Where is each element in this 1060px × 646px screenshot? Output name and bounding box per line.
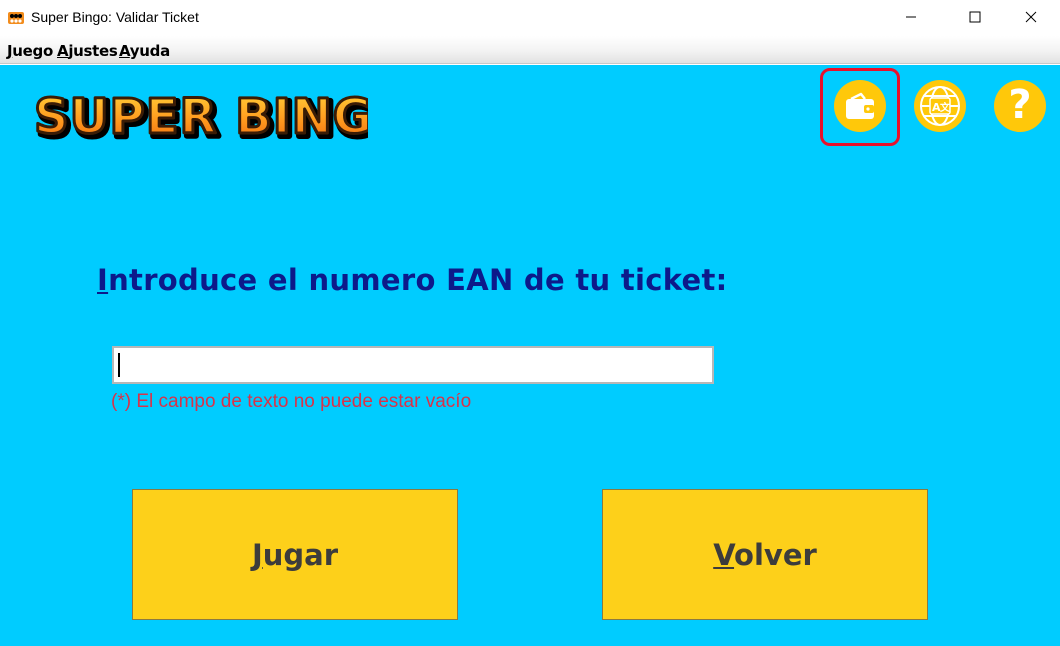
super-bingo-logo: SUPER BINGO SUPER BINGO — [33, 88, 369, 148]
close-icon — [1025, 11, 1037, 23]
minimize-icon — [906, 16, 916, 18]
main-panel: SUPER BINGO SUPER BINGO A 文 ? Introduce … — [0, 65, 1060, 646]
minimize-button[interactable] — [888, 0, 934, 34]
menu-ayuda[interactable]: Ayuda — [119, 42, 170, 60]
help-icon: ? — [1008, 82, 1032, 128]
wallet-icon — [846, 92, 874, 119]
help-button[interactable]: ? — [994, 80, 1046, 132]
empty-field-error: (*) El campo de texto no puede estar vac… — [111, 391, 472, 412]
ean-input[interactable] — [112, 346, 714, 384]
volver-button[interactable]: Volver — [602, 489, 928, 620]
ean-prompt: Introduce el numero EAN de tu ticket: — [97, 263, 728, 297]
menu-ajustes[interactable]: Ajustes — [57, 42, 118, 60]
language-button[interactable]: A 文 — [914, 80, 966, 132]
jugar-button[interactable]: Jugar — [132, 489, 458, 620]
svg-text:文: 文 — [940, 101, 951, 114]
close-button[interactable] — [1008, 0, 1054, 34]
translate-globe-icon: A 文 — [920, 86, 960, 126]
menu-bar: Juego Ajustes Ayuda — [0, 36, 1060, 64]
wallet-button[interactable] — [834, 80, 886, 132]
svg-text:SUPER BINGO: SUPER BINGO — [34, 89, 368, 145]
text-caret — [118, 353, 120, 377]
maximize-button[interactable] — [952, 0, 998, 34]
title-bar: Super Bingo: Validar Ticket — [0, 0, 1060, 36]
jugar-label: Jugar — [251, 537, 339, 572]
window-title: Super Bingo: Validar Ticket — [31, 9, 199, 25]
volver-label: Volver — [713, 537, 817, 572]
bingo-app-icon — [8, 12, 24, 24]
maximize-icon — [969, 11, 981, 23]
menu-juego[interactable]: Juego — [7, 42, 53, 60]
